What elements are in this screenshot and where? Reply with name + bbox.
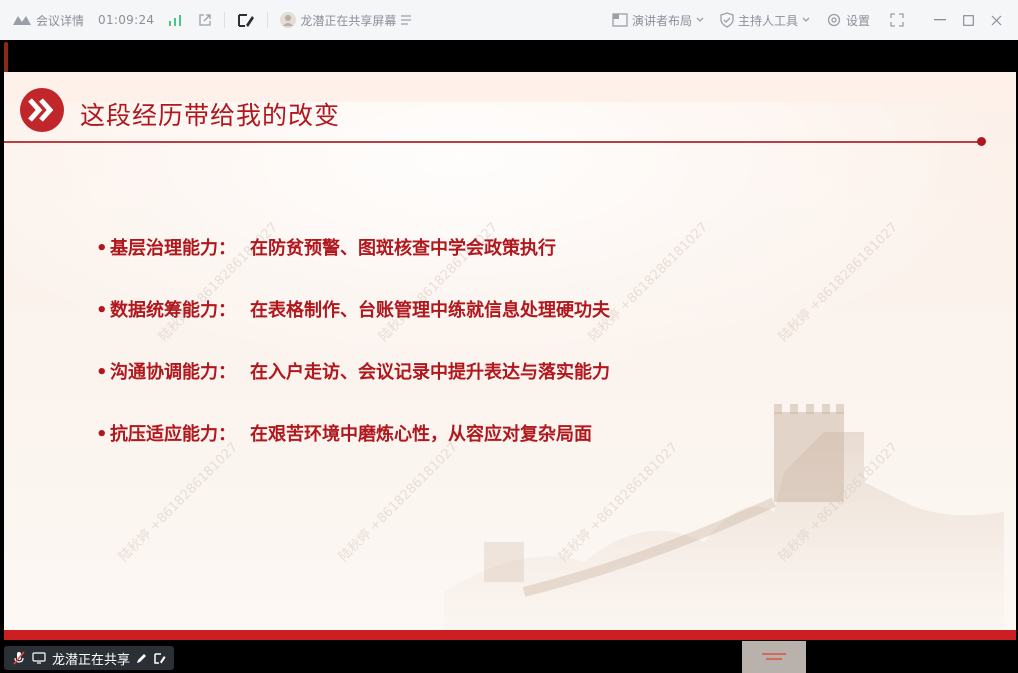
- sharing-status-label: 龙潜正在共享: [52, 652, 131, 668]
- bullet-dot: •: [96, 424, 108, 445]
- mic-muted-icon[interactable]: [12, 651, 26, 665]
- minimize-icon: [934, 19, 946, 21]
- shared-screen: 陆秋婷 +8618286181027 陆秋婷 +8618286181027 陆秋…: [0, 40, 1018, 673]
- presenter-layout-button[interactable]: 演讲者布局: [612, 12, 704, 29]
- annotate-icon[interactable]: [154, 652, 166, 664]
- annotate-icon[interactable]: [237, 12, 255, 28]
- close-button[interactable]: [982, 0, 1010, 40]
- maximize-icon: [962, 14, 974, 26]
- presentation-slide: 陆秋婷 +8618286181027 陆秋婷 +8618286181027 陆秋…: [4, 72, 1016, 638]
- bullet-label: 沟通协调能力：: [110, 362, 236, 383]
- bullet-list: • 基层治理能力： 在防贫预警、图斑核查中学会政策执行 • 数据统筹能力： 在表…: [96, 236, 610, 484]
- slide-bottom-bar: [4, 630, 1016, 640]
- menu-lines-icon: [400, 15, 412, 25]
- sharing-status-pill[interactable]: 龙潜正在共享: [4, 646, 175, 670]
- sharer-status-label: 龙潜正在共享屏幕: [300, 13, 397, 28]
- bullet-item: • 基层治理能力： 在防贫预警、图斑核查中学会政策执行: [96, 236, 610, 298]
- pen-icon[interactable]: [136, 652, 148, 664]
- bullet-text: 在艰苦环境中磨炼心性，从容应对复杂局面: [250, 424, 592, 445]
- fullscreen-icon[interactable]: [890, 13, 904, 27]
- sharer-status[interactable]: 龙潜正在共享屏幕: [280, 12, 412, 29]
- bullet-label: 数据统筹能力：: [110, 300, 236, 321]
- bullet-item: • 沟通协调能力： 在入户走访、会议记录中提升表达与落实能力: [96, 360, 610, 422]
- app-logo-icon: [12, 14, 32, 26]
- bullet-dot: •: [96, 300, 108, 321]
- settings-button[interactable]: 设置: [826, 12, 870, 29]
- bullet-label: 基层治理能力：: [110, 238, 236, 259]
- slide-title: 这段经历带给我的改变: [80, 101, 341, 130]
- layout-icon: [612, 13, 628, 27]
- bullet-label: 抗压适应能力：: [110, 424, 236, 445]
- open-external-icon[interactable]: [198, 13, 212, 27]
- avatar: [280, 12, 297, 28]
- meeting-details-label: 会议详情: [36, 13, 85, 28]
- settings-label: 设置: [845, 13, 870, 28]
- double-chevron-icon: [20, 88, 64, 132]
- meeting-timer: 01:09:24: [98, 13, 155, 27]
- toolbar-divider: [224, 12, 226, 28]
- gear-icon: [826, 12, 842, 28]
- bullet-dot: •: [96, 362, 108, 383]
- bullet-text: 在表格制作、台账管理中练就信息处理硬功夫: [250, 300, 610, 321]
- bullet-item: • 数据统筹能力： 在表格制作、台账管理中练就信息处理硬功夫: [96, 298, 610, 360]
- thumbnail-preview: [754, 647, 794, 667]
- host-tools-label: 主持人工具: [737, 13, 798, 28]
- chevron-down-icon: [696, 17, 704, 23]
- signal-strength-icon[interactable]: [168, 14, 182, 26]
- screen-share-icon: [32, 652, 46, 664]
- toolbar-divider: [267, 12, 269, 28]
- stage-top-bar: [0, 40, 1018, 72]
- bullet-text: 在防贫预警、图斑核查中学会政策执行: [250, 238, 556, 259]
- maximize-button[interactable]: [954, 0, 982, 40]
- minimize-button[interactable]: [926, 0, 954, 40]
- self-view-thumbnail[interactable]: [742, 641, 806, 673]
- bullet-text: 在入户走访、会议记录中提升表达与落实能力: [250, 362, 610, 383]
- meeting-toolbar: 会议详情 01:09:24 龙潜正在共享屏幕 演讲者布局 主持人工具 设置: [0, 0, 1018, 40]
- close-icon: [991, 15, 1002, 26]
- chevron-down-icon: [802, 17, 810, 23]
- host-tools-button[interactable]: 主持人工具: [720, 12, 810, 29]
- title-underline: [4, 141, 982, 143]
- shield-check-icon: [720, 12, 734, 28]
- bullet-item: • 抗压适应能力： 在艰苦环境中磨炼心性，从容应对复杂局面: [96, 422, 610, 484]
- presenter-layout-label: 演讲者布局: [631, 13, 692, 28]
- title-underline-dot: [977, 137, 986, 146]
- meeting-details-button[interactable]: 会议详情: [12, 12, 84, 29]
- bullet-dot: •: [96, 238, 108, 259]
